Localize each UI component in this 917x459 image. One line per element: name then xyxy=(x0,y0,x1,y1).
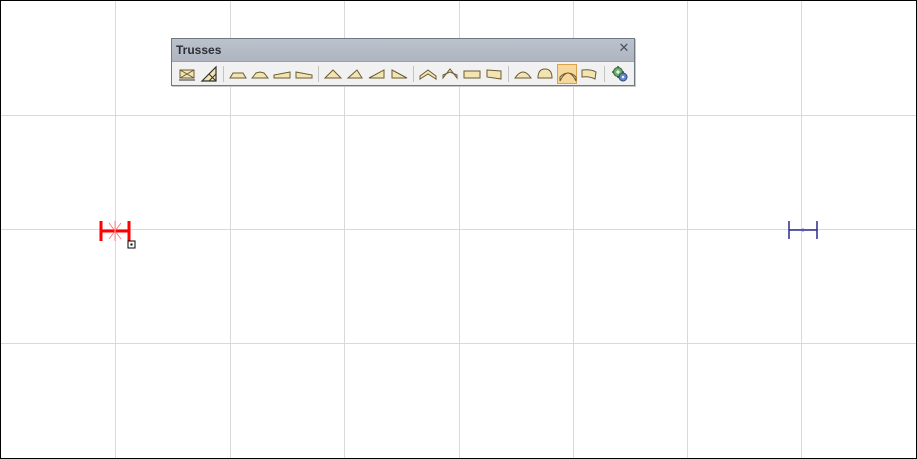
pitched-right-single-icon[interactable] xyxy=(294,64,314,84)
arched-icon[interactable] xyxy=(535,64,555,84)
toolbar-separator xyxy=(604,66,605,82)
toolbar-separator xyxy=(413,66,414,82)
bowstring-icon[interactable] xyxy=(513,64,533,84)
toolbar-separator xyxy=(318,66,319,82)
mono-triangle-left-icon[interactable] xyxy=(345,64,365,84)
inverted-scissor-icon[interactable] xyxy=(440,64,460,84)
tapered-parallel-icon[interactable] xyxy=(484,64,504,84)
pitched-left-single-icon[interactable] xyxy=(272,64,292,84)
gear-settings-icon[interactable] xyxy=(610,64,630,84)
curved-mono-icon[interactable] xyxy=(579,64,599,84)
floor-truss-icon[interactable] xyxy=(177,64,197,84)
toolbar-separator xyxy=(223,66,224,82)
close-icon[interactable]: ✕ xyxy=(616,41,632,57)
scissor-icon[interactable] xyxy=(418,64,438,84)
palette-title: Trusses xyxy=(176,43,222,57)
insertion-point-start-icon[interactable] xyxy=(97,217,139,251)
mono-slope-left-icon[interactable] xyxy=(367,64,387,84)
pitched-bottom-flat-icon[interactable] xyxy=(228,64,248,84)
truss-toolbar xyxy=(172,62,634,86)
insertion-point-end-icon[interactable] xyxy=(785,218,821,242)
drawing-canvas[interactable]: Trusses ✕ xyxy=(0,0,917,459)
flat-top-pitched-bottom-icon[interactable] xyxy=(250,64,270,84)
roof-truss-icon[interactable] xyxy=(199,64,219,84)
king-post-icon[interactable] xyxy=(323,64,343,84)
mono-slope-right-icon[interactable] xyxy=(389,64,409,84)
toolbar-separator xyxy=(508,66,509,82)
flat-parallel-icon[interactable] xyxy=(462,64,482,84)
palette-titlebar[interactable]: Trusses ✕ xyxy=(172,39,634,62)
trusses-palette[interactable]: Trusses ✕ xyxy=(171,38,635,86)
curved-scissor-icon[interactable] xyxy=(557,64,577,84)
